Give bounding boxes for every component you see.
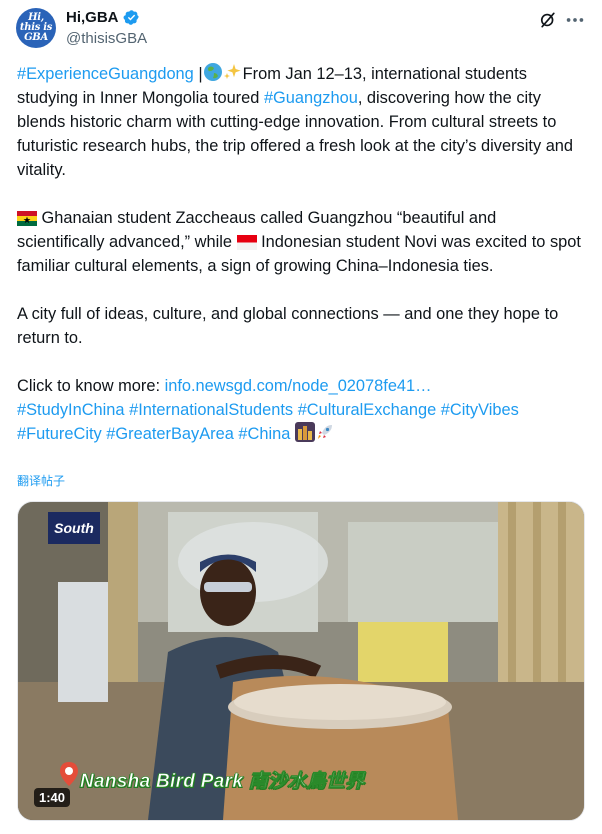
rocket-icon	[317, 425, 332, 439]
user-handle[interactable]: @thisisGBA	[66, 30, 147, 47]
hashtag-culturalexchange[interactable]: #CulturalExchange	[298, 401, 437, 419]
cityscape-icon	[294, 422, 315, 442]
video-caption: Nansha Bird Park 南沙水鳥世界	[80, 771, 365, 793]
paragraph-4: Click to know more: info.newsgd.com/node…	[17, 377, 519, 443]
name-row: Hi,GBA	[66, 9, 140, 26]
post-header: Hi, this is GBA Hi,GBA @thisisGBA	[16, 8, 586, 52]
display-name[interactable]: Hi,GBA	[66, 9, 119, 26]
translate-post-link[interactable]: 翻译帖子	[17, 472, 65, 489]
paragraph-3: A city full of ideas, culture, and globa…	[17, 305, 559, 347]
external-link[interactable]: info.newsgd.com/node_02078fe41…	[165, 377, 432, 395]
hashtag-cityvibes[interactable]: #CityVibes	[441, 401, 519, 419]
hashtag-internationalstudents[interactable]: #InternationalStudents	[129, 401, 293, 419]
hashtag-guangzhou[interactable]: #Guangzhou	[264, 89, 358, 107]
south-logo: South	[48, 512, 100, 544]
paragraph-1: #ExperienceGuangdong | From Jan 12–13, in…	[17, 62, 587, 182]
hashtag-experienceguangdong[interactable]: #ExperienceGuangdong	[17, 65, 194, 83]
hashtag-futurecity[interactable]: #FutureCity	[17, 425, 102, 443]
video-duration: 1:40	[34, 788, 71, 807]
separator: |	[193, 65, 203, 83]
globe-icon	[203, 63, 222, 81]
ghana-flag-icon	[17, 211, 37, 226]
avatar[interactable]: Hi, this is GBA	[16, 8, 56, 48]
hashtag-greaterbayarea[interactable]: #GreaterBayArea	[106, 425, 234, 443]
more-icon[interactable]	[564, 10, 586, 30]
sparkles-icon	[223, 64, 241, 79]
video-player[interactable]: South Nansha Bird Park 南沙水鳥世界 1:40	[17, 501, 585, 821]
post-text: #ExperienceGuangdong | From Jan 12–13, in…	[17, 62, 587, 446]
grok-icon[interactable]	[538, 10, 558, 30]
indonesia-flag-icon	[236, 235, 257, 250]
location-pin-icon	[60, 762, 78, 786]
hashtag-studyinchina[interactable]: #StudyInChina	[17, 401, 125, 419]
paragraph-2: Ghanaian student Zaccheaus called Guangz…	[17, 209, 581, 275]
hashtag-china[interactable]: #China	[238, 425, 290, 443]
verified-badge-icon[interactable]	[123, 9, 140, 26]
